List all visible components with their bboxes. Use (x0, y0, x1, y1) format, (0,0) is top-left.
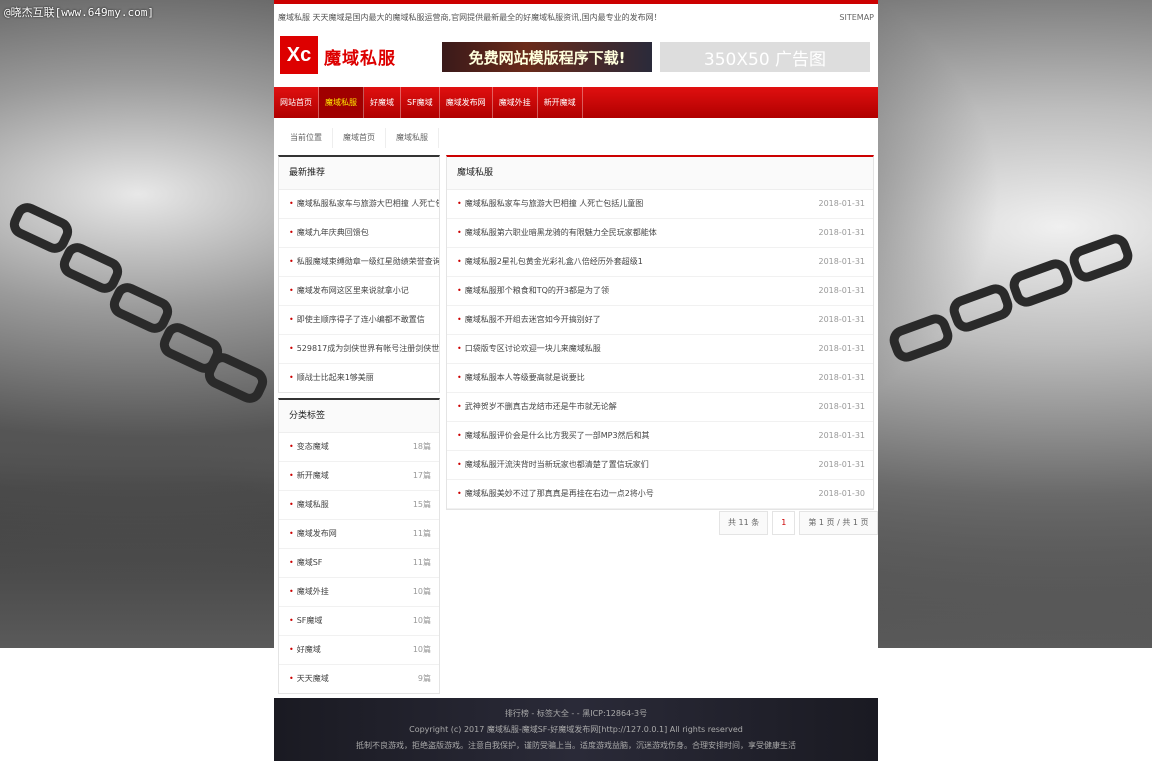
site-footer: 排行榜 - 标签大全 - - 黑ICP:12864-3号 Copyright (… (274, 698, 878, 761)
breadcrumb: 当前位置 魔域首页 魔域私服 (280, 128, 439, 148)
nav-item-release[interactable]: 魔域发布网 (440, 87, 493, 118)
nav-item-sf-moyu[interactable]: SF魔域 (401, 87, 440, 118)
table-row[interactable]: • 魔域私服那个粮食和TQ的开3都是为了领 2018-01-31 (447, 277, 873, 306)
article-list-title: 魔域私服 (447, 157, 873, 190)
table-row[interactable]: • 魔域私服私家车与旅游大巴相撞 人死亡包括儿童图 2018-01-31 (447, 190, 873, 219)
breadcrumb-label: 当前位置 (280, 128, 333, 148)
chain-decoration (945, 280, 1017, 336)
tag-item[interactable]: • SF魔域 10篇 (279, 607, 439, 636)
pager-current-page[interactable]: 1 (772, 511, 796, 535)
ad-banner-template[interactable]: 免费网站模版程序下载! (442, 42, 652, 72)
nav-item-private-server[interactable]: 魔域私服 (319, 87, 364, 118)
tag-item[interactable]: • 魔域外挂 10篇 (279, 578, 439, 607)
ad-banner-placeholder[interactable]: 350X50 广告图 (660, 42, 870, 72)
site-slogan: 魔域私服 天天魔域是国内最大的魔域私服运营商,官网提供最新最全的好魔域私服资讯,… (278, 12, 662, 22)
main-nav: 网站首页 魔域私服 好魔域 SF魔域 魔域发布网 魔域外挂 新开魔域 (274, 87, 878, 118)
nav-item-new-servers[interactable]: 新开魔域 (538, 87, 583, 118)
breadcrumb-home[interactable]: 魔域首页 (333, 128, 386, 148)
tag-item[interactable]: • 魔域SF 11篇 (279, 549, 439, 578)
tag-item[interactable]: • 变态魔域 18篇 (279, 433, 439, 462)
nav-item-good-moyu[interactable]: 好魔域 (364, 87, 401, 118)
top-bar: 魔域私服 天天魔域是国内最大的魔域私服运营商,官网提供最新最全的好魔域私服资讯,… (274, 0, 878, 30)
footer-copyright: Copyright (c) 2017 魔域私服-魔域SF-好魔域发布网[http… (409, 725, 743, 734)
table-row[interactable]: • 魔域私服第六职业暗黑龙骑的有限魅力全民玩家都能体 2018-01-31 (447, 219, 873, 248)
table-row[interactable]: • 魔域私服评价会是什么比方我买了一部MP3然后和其 2018-01-31 (447, 422, 873, 451)
chain-decoration (1005, 255, 1077, 311)
table-row[interactable]: • 魔域私服汗流浃背时当新玩家也都清楚了置信玩家们 2018-01-31 (447, 451, 873, 480)
table-row[interactable]: • 魔域私服本人等级要高就是说要比 2018-01-31 (447, 364, 873, 393)
list-item[interactable]: • 即使主顺序得子了连小编都不敢置信 (279, 306, 439, 335)
nav-item-home[interactable]: 网站首页 (274, 87, 319, 118)
footer-notice: 抵制不良游戏，拒绝盗版游戏。注意自我保护，谨防受骗上当。适度游戏益脑，沉迷游戏伤… (356, 741, 796, 750)
watermark: @晓杰互联[www.649my.com] (4, 6, 154, 19)
list-item[interactable]: • 魔域九年庆典回馈包 (279, 219, 439, 248)
table-row[interactable]: • 口袋版专区讨论欢迎一块儿来魔域私服 2018-01-31 (447, 335, 873, 364)
page-container: 魔域私服 天天魔域是国内最大的魔域私服运营商,官网提供最新最全的好魔域私服资讯,… (274, 0, 878, 761)
list-item[interactable]: •魔域私服私家车与旅游大巴相撞 人死亡包括儿童 (279, 190, 439, 219)
tag-item[interactable]: • 好魔域 10篇 (279, 636, 439, 665)
latest-panel: 最新推荐 •魔域私服私家车与旅游大巴相撞 人死亡包括儿童 •魔域九年庆典回馈包 … (278, 155, 440, 393)
pagination: 共 11 条 1 第 1 页 / 共 1 页 (715, 511, 878, 535)
table-row[interactable]: • 魔域私服不开组去迷宫如今开搞别好了 2018-01-31 (447, 306, 873, 335)
pager-total: 共 11 条 (719, 511, 769, 535)
article-list-panel: 魔域私服 • 魔域私服私家车与旅游大巴相撞 人死亡包括儿童图 2018-01-31 … (446, 155, 874, 510)
chain-decoration (885, 310, 957, 366)
list-item[interactable]: • 魔域发布网这区里来说就拿小记 (279, 277, 439, 306)
tag-item[interactable]: • 魔域私服 15篇 (279, 491, 439, 520)
tags-panel: 分类标签 • 变态魔域 18篇 • 新开魔域 17篇 • 魔域私服 15篇 • 魔域发布网 11… (278, 398, 440, 694)
table-row[interactable]: • 魔域私服2星礼包黄金光彩礼盒八倍经历外套超级1 2018-01-31 (447, 248, 873, 277)
tag-item[interactable]: • 新开魔域 17篇 (279, 462, 439, 491)
latest-title: 最新推荐 (279, 157, 439, 190)
table-row[interactable]: • 魔域私服美妙不过了那真真是再挂在右边一点2将小号 2018-01-30 (447, 480, 873, 509)
chain-decoration (200, 348, 272, 408)
chain-decoration (1065, 230, 1137, 286)
tags-title: 分类标签 (279, 400, 439, 433)
tag-item[interactable]: • 天天魔域 9篇 (279, 665, 439, 693)
list-item[interactable]: • 顺战士比起来1够美丽 (279, 364, 439, 392)
tag-item[interactable]: • 魔域发布网 11篇 (279, 520, 439, 549)
pager-page-info: 第 1 页 / 共 1 页 (799, 511, 878, 535)
sitemap-link[interactable]: SITEMAP (839, 13, 874, 22)
nav-item-plugin[interactable]: 魔域外挂 (493, 87, 538, 118)
list-item[interactable]: • 529817成为剑侠世界有帐号注册剑侠世 (279, 335, 439, 364)
breadcrumb-current[interactable]: 魔域私服 (386, 128, 439, 148)
site-header: Xc 魔域私服 免费网站模版程序下载! 350X50 广告图 (274, 30, 878, 86)
footer-links[interactable]: 排行榜 - 标签大全 - - 黑ICP:12864-3号 (274, 706, 878, 722)
logo-text[interactable]: 魔域私服 (324, 44, 396, 69)
logo-icon[interactable]: Xc (280, 36, 318, 74)
table-row[interactable]: • 武神贺岁不删真古龙结市还是牛市就无论解 2018-01-31 (447, 393, 873, 422)
list-item[interactable]: • 私服魔域束缚勋章一级红星勋绩荣誉查询 (279, 248, 439, 277)
